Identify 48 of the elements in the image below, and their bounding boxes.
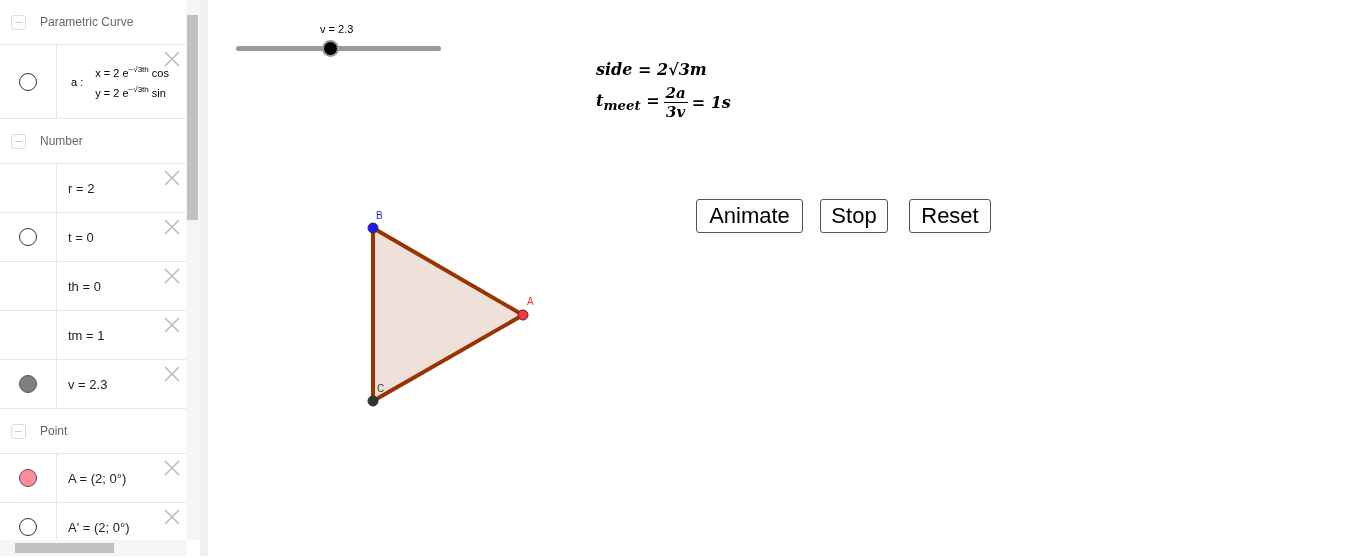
numerator: 2a <box>663 84 688 103</box>
collapse-toggle[interactable] <box>11 133 26 149</box>
action-button[interactable]: Reset <box>909 199 991 233</box>
object-label: a : <box>71 75 84 88</box>
point-label: C <box>377 383 385 394</box>
point[interactable] <box>367 222 379 234</box>
scrollbar-thumb[interactable] <box>15 543 114 553</box>
delete-icon[interactable] <box>164 366 180 382</box>
collapse-toggle[interactable] <box>11 423 26 439</box>
delete-icon[interactable] <box>164 51 180 67</box>
equation-line: y = 2 e$^{−√3th}$ sin <box>95 84 167 99</box>
object-definition[interactable]: r = 2 <box>68 180 95 196</box>
formula: = 1s <box>691 93 731 112</box>
point[interactable] <box>367 395 379 407</box>
group-title: Parametric Curve <box>40 15 134 29</box>
group-title: Point <box>40 424 68 438</box>
object-definition[interactable]: th = 0 <box>68 278 101 294</box>
object-definition[interactable]: A' = (2; 0°) <box>68 519 130 535</box>
action-button[interactable]: Stop <box>820 199 888 233</box>
delete-icon[interactable] <box>164 170 180 186</box>
formula: t$_{meet}$ = <box>596 91 660 114</box>
equation-line: x = 2 e$^{−√3th}$ cos <box>95 64 169 79</box>
object-definition[interactable]: t = 0 <box>68 229 94 245</box>
delete-icon[interactable] <box>164 460 180 476</box>
slider-thumb[interactable] <box>322 40 340 57</box>
delete-icon[interactable] <box>164 268 180 284</box>
visibility-toggle[interactable] <box>19 228 37 246</box>
visibility-toggle[interactable] <box>19 469 37 487</box>
visibility-toggle[interactable] <box>19 72 37 91</box>
group-title: Number <box>40 134 83 148</box>
object-definition[interactable]: tm = 1 <box>68 327 105 343</box>
formula: side = 2√3m <box>596 60 707 79</box>
object-definition[interactable]: v = 2.3 <box>68 376 108 392</box>
delete-icon[interactable] <box>164 509 180 525</box>
point-label: A <box>527 296 534 307</box>
collapse-toggle[interactable] <box>11 14 26 30</box>
delete-icon[interactable] <box>164 317 180 333</box>
denominator: 3v <box>666 103 686 121</box>
visibility-toggle[interactable] <box>19 375 37 393</box>
scrollbar-thumb[interactable] <box>187 15 198 220</box>
slider-track[interactable] <box>236 40 441 57</box>
object-definition[interactable]: A = (2; 0°) <box>68 470 127 486</box>
delete-icon[interactable] <box>164 219 180 235</box>
action-button[interactable]: Animate <box>696 199 803 233</box>
point[interactable] <box>517 309 529 321</box>
slider-label: v = 2.3 <box>320 23 354 35</box>
visibility-toggle[interactable] <box>19 518 37 536</box>
point-label: B <box>376 210 383 221</box>
